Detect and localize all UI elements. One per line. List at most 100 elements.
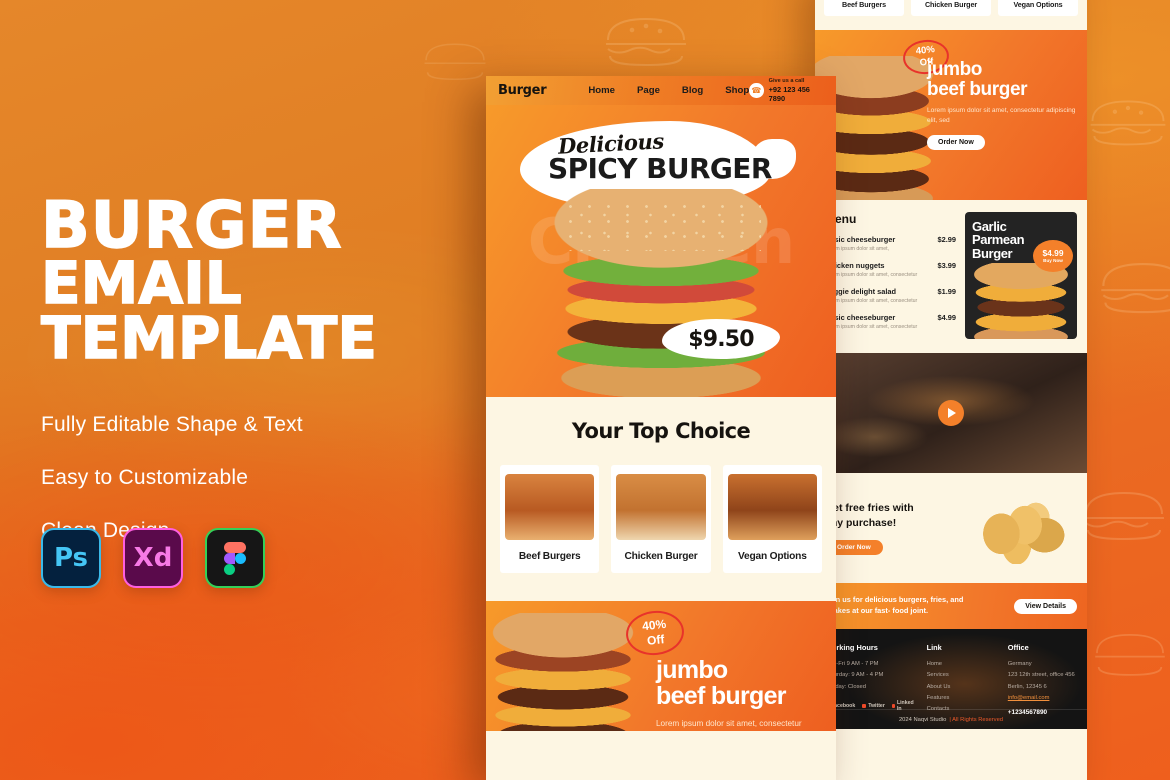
footer-hours-line: Sunday: Closed	[825, 683, 866, 690]
choice-card-chicken[interactable]: Chicken Burger	[611, 465, 711, 573]
footer-office-line: Berlin, 12345 6	[1007, 683, 1047, 690]
copyright-bar: 2024 Naqvi Studio | All Rights Reserved	[815, 709, 1087, 729]
category-label: Chicken Burger	[924, 0, 978, 9]
nav-item-home[interactable]: Home	[588, 85, 615, 96]
choice-card-beef[interactable]: Beef Burgers	[500, 465, 600, 573]
nav-item-blog[interactable]: Blog	[682, 85, 703, 96]
featured-price-badge[interactable]: $4.99 Buy Now	[1033, 240, 1073, 272]
app-format-badges: Ps Xd	[41, 528, 265, 588]
footer-link-about[interactable]: About Us	[927, 682, 996, 693]
call-us-block[interactable]: ☎ Give us a call +92 123 456 7890	[749, 78, 836, 104]
category-card[interactable]: Vegan Options	[998, 0, 1078, 16]
promo-body-text: Lorem ipsum dolor sit amet, consectetur …	[656, 719, 802, 728]
hero-price: $9.50	[688, 326, 754, 352]
free-fries-section: Get free fries with any purchase! Order …	[815, 473, 1087, 583]
call-text: Give us a call +92 123 456 7890	[769, 78, 826, 104]
featured-title-line-1: Garlic	[972, 219, 1007, 234]
menu-item-price: $1.99	[937, 287, 957, 296]
menu-item-price: $3.99	[937, 261, 957, 270]
menu-item-desc: Lorem ipsum dolor sit amet, consectetur	[825, 272, 918, 278]
menu-row[interactable]: Basic cheeseburger Lorem ipsum dolor sit…	[825, 313, 956, 330]
menu-item-name: Veggie delight salad	[825, 287, 897, 296]
email-template-page-2[interactable]: Beef Burgers Chicken Burger Vegan Option…	[815, 0, 1087, 780]
menu-section: Menu Basic cheeseburger Lorem ipsum dolo…	[815, 200, 1087, 353]
footer-link-features[interactable]: Features	[927, 693, 996, 704]
nav-links: Home Page Blog Shop	[588, 85, 749, 96]
nav-item-page[interactable]: Page	[637, 85, 660, 96]
chicken-burger-image	[616, 474, 706, 540]
brand-logo[interactable]: Burger	[498, 83, 547, 98]
cta-bar: Join us for delicious burgers, fries, an…	[815, 583, 1087, 629]
choice-card-vegan[interactable]: Vegan Options	[722, 465, 822, 573]
hero-section: Chicken Delicious SPICY BURGER $9.50	[486, 105, 836, 397]
footer-office-line: 123 12th street, office 456	[1007, 672, 1075, 679]
figma-icon	[205, 528, 265, 588]
cta-text-line-2: shakes at our fast- food joint.	[825, 606, 929, 615]
jumbo-promo-section: 40% Off jumbo beef burger Lorem ipsum do…	[815, 30, 1087, 200]
promo-title-line-2: beef burger	[656, 682, 787, 710]
buy-now-label: Buy Now	[1043, 258, 1063, 264]
footer-email-link[interactable]: info@email.com	[1008, 693, 1077, 704]
choice-card-label: Chicken Burger	[624, 551, 698, 562]
call-label: Give us a call	[768, 77, 805, 84]
promo-copy-block: BURGER EMAIL TEMPLATE Fully Editable Sha…	[40, 193, 481, 572]
menu-item-desc: Lorem ipsum dolor sit amet, consectetur	[825, 298, 918, 304]
cta-text-line-1: Join us for delicious burgers, fries, an…	[825, 595, 964, 605]
jumbo-burger-image	[488, 613, 638, 731]
burger-doodle-icon	[1085, 96, 1170, 148]
jumbo-title-line-2: beef burger	[927, 78, 1028, 100]
order-now-button[interactable]: Order Now	[927, 135, 985, 151]
burger-doodle-icon	[1090, 630, 1170, 678]
feature-item: Easy to Customizable	[41, 466, 249, 490]
discount-word: Off	[646, 632, 666, 648]
feature-list: Fully Editable Shape & Text Easy to Cust…	[41, 413, 481, 543]
email-template-page-1[interactable]: Burger Home Page Blog Shop ☎ Give us a c…	[486, 76, 836, 780]
footer: Working Hours Mon-Fri 9 AM - 7 PM Saturd…	[815, 629, 1087, 729]
menu-heading: Menu	[825, 212, 857, 226]
category-card[interactable]: Beef Burgers	[824, 0, 904, 16]
jumbo-title-line-1: jumbo	[927, 59, 982, 80]
menu-row[interactable]: Veggie delight salad Lorem ipsum dolor s…	[825, 287, 956, 304]
fries-heading-line-1: Get free fries with	[825, 502, 914, 515]
bottom-promo-text: jumbo beef burger Lorem ipsum dolor sit …	[656, 657, 822, 731]
featured-burger-image	[969, 263, 1073, 339]
nav-item-shop[interactable]: Shop	[725, 85, 749, 96]
photoshop-icon: Ps	[41, 528, 101, 588]
menu-item-name: Chicken nuggets	[825, 261, 885, 270]
figma-glyph	[224, 542, 246, 575]
jumbo-text-block: jumbo beef burger Lorem ipsum dolor sit …	[927, 59, 1077, 151]
burger-doodle-icon	[600, 14, 692, 68]
view-details-button[interactable]: View Details	[1014, 598, 1077, 614]
beef-burger-image	[505, 474, 595, 540]
promo-title-line-1: jumbo	[656, 656, 728, 684]
burger-doodle-icon	[1078, 488, 1170, 542]
call-number: +92 123 456 7890	[768, 84, 810, 104]
cta-text: Join us for delicious burgers, fries, an…	[825, 595, 1006, 616]
menu-row[interactable]: Basic cheeseburger Lorem ipsum dolor sit…	[825, 235, 956, 252]
footer-office-title: Office	[1007, 643, 1029, 652]
category-card[interactable]: Chicken Burger	[911, 0, 991, 16]
burger-bun-seeds	[561, 199, 761, 251]
footer-link-home[interactable]: Home	[927, 659, 996, 670]
footer-link-services[interactable]: Services	[927, 670, 996, 681]
menu-item-name: Basic cheeseburger	[825, 313, 896, 322]
fries-heading-line-2: any purchase!	[825, 516, 897, 529]
top-choice-heading: Your Top Choice	[571, 419, 751, 443]
bottom-promo-section: 40% Off jumbo beef burger Lorem ipsum do…	[486, 601, 836, 731]
featured-price: $4.99	[1042, 247, 1064, 258]
top-choice-cards-row: Beef Burgers Chicken Burger Vegan Option…	[815, 0, 1087, 30]
top-choice-row: Beef Burgers Chicken Burger Vegan Option…	[500, 465, 822, 573]
vegan-burger-image	[727, 474, 817, 540]
menu-row[interactable]: Chicken nuggets Lorem ipsum dolor sit am…	[825, 261, 956, 278]
burger-doodle-icon	[420, 40, 490, 82]
category-label: Vegan Options	[1013, 0, 1063, 9]
video-section[interactable]	[815, 353, 1087, 473]
adobe-xd-icon: Xd	[123, 528, 183, 588]
featured-burger-card[interactable]: Garlic Parmean Burger $4.99 Buy Now	[965, 212, 1077, 339]
menu-item-desc: Lorem ipsum dolor sit amet, consectetur	[825, 324, 918, 330]
play-icon[interactable]	[938, 400, 964, 426]
page-title: BURGER EMAIL TEMPLATE	[40, 193, 481, 367]
fries-text-block: Get free fries with any purchase! Order …	[825, 501, 969, 555]
phone-icon: ☎	[749, 82, 764, 98]
footer-hours-title: Working Hours	[825, 643, 878, 652]
